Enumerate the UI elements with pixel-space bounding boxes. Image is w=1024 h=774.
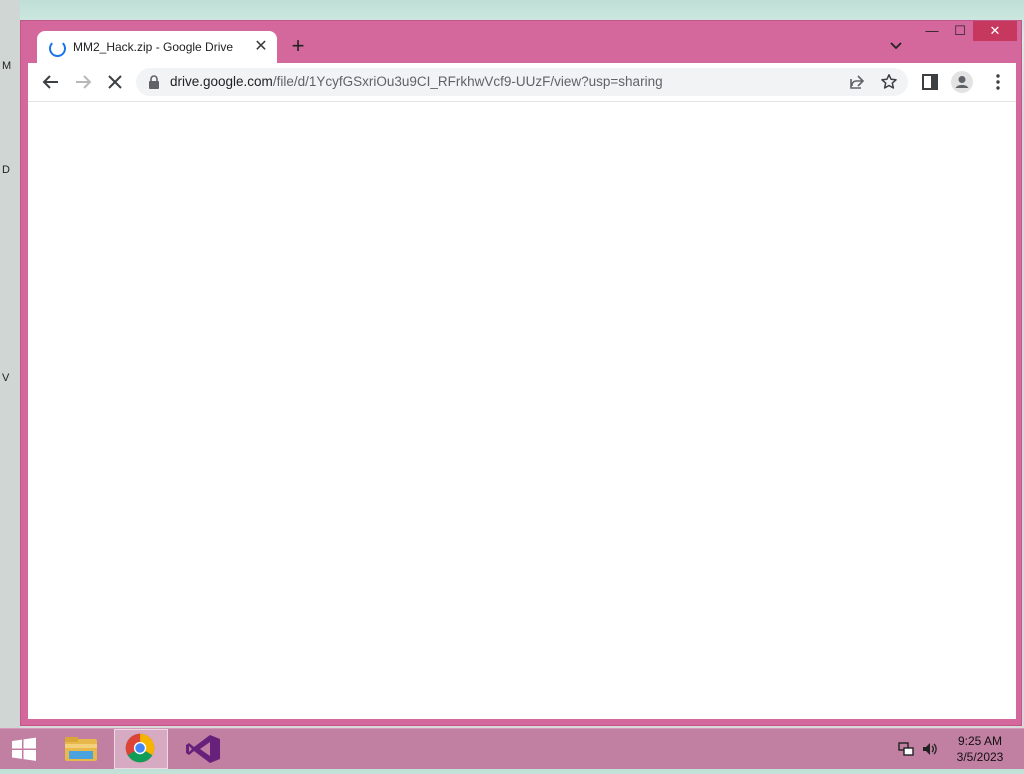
back-arrow-icon[interactable] [40, 71, 62, 93]
browser-toolbar: drive.google.com/file/d/1YcyfGSxriOu3u9C… [28, 63, 1016, 102]
desktop-icon-label[interactable]: D [2, 164, 10, 176]
folder-icon [65, 737, 97, 761]
taskbar: 9:25 AM 3/5/2023 [0, 728, 1024, 769]
tab-title: MM2_Hack.zip - Google Drive [73, 40, 234, 54]
tab-search-button[interactable] [887, 37, 905, 55]
url-path: /file/d/1YcyfGSxriOu3u9CI_RFrkhwVcf9-UUz… [272, 74, 663, 89]
profile-avatar-icon[interactable] [950, 70, 974, 94]
loading-spinner-icon [49, 40, 66, 57]
chrome-window: MM2_Hack.zip - Google Drive ✕ + — ☐ ✕ dr… [20, 20, 1022, 726]
network-icon[interactable] [898, 741, 914, 757]
system-clock[interactable]: 9:25 AM 3/5/2023 [944, 733, 1016, 765]
kebab-menu-icon[interactable] [988, 72, 1008, 92]
desktop-icon-label[interactable]: V [2, 372, 9, 384]
chrome-logo-icon [125, 733, 155, 763]
stop-loading-icon[interactable] [104, 71, 126, 93]
chrome-taskbar-button[interactable] [114, 729, 168, 769]
share-icon[interactable] [848, 73, 866, 91]
side-panel-icon[interactable] [920, 72, 940, 92]
visual-studio-button[interactable] [180, 729, 228, 769]
windows-logo-icon [12, 737, 36, 761]
minimize-button[interactable]: — [917, 21, 947, 41]
url-host: drive.google.com [170, 74, 273, 89]
clock-date: 3/5/2023 [956, 750, 1004, 764]
lock-icon[interactable] [148, 75, 160, 89]
volume-icon[interactable] [921, 741, 939, 757]
start-button[interactable] [6, 729, 42, 769]
bookmark-star-icon[interactable] [880, 73, 898, 91]
address-bar[interactable]: drive.google.com/file/d/1YcyfGSxriOu3u9C… [136, 68, 908, 96]
tab-close-button[interactable]: ✕ [251, 37, 271, 57]
file-explorer-button[interactable] [60, 729, 102, 769]
tab-strip: MM2_Hack.zip - Google Drive ✕ + — ☐ ✕ [21, 21, 1021, 65]
clock-time: 9:25 AM [957, 734, 1003, 748]
new-tab-button[interactable]: + [287, 35, 309, 57]
browser-tab[interactable]: MM2_Hack.zip - Google Drive ✕ [37, 31, 277, 65]
url-text[interactable]: drive.google.com/file/d/1YcyfGSxriOu3u9C… [170, 74, 663, 89]
forward-arrow-icon[interactable] [72, 71, 94, 93]
desktop-icon-label[interactable]: M [2, 60, 11, 72]
desktop-background [0, 0, 20, 728]
page-content [28, 102, 1016, 719]
close-window-button[interactable]: ✕ [973, 21, 1017, 41]
maximize-button[interactable]: ☐ [945, 21, 975, 41]
visual-studio-icon [186, 735, 220, 763]
